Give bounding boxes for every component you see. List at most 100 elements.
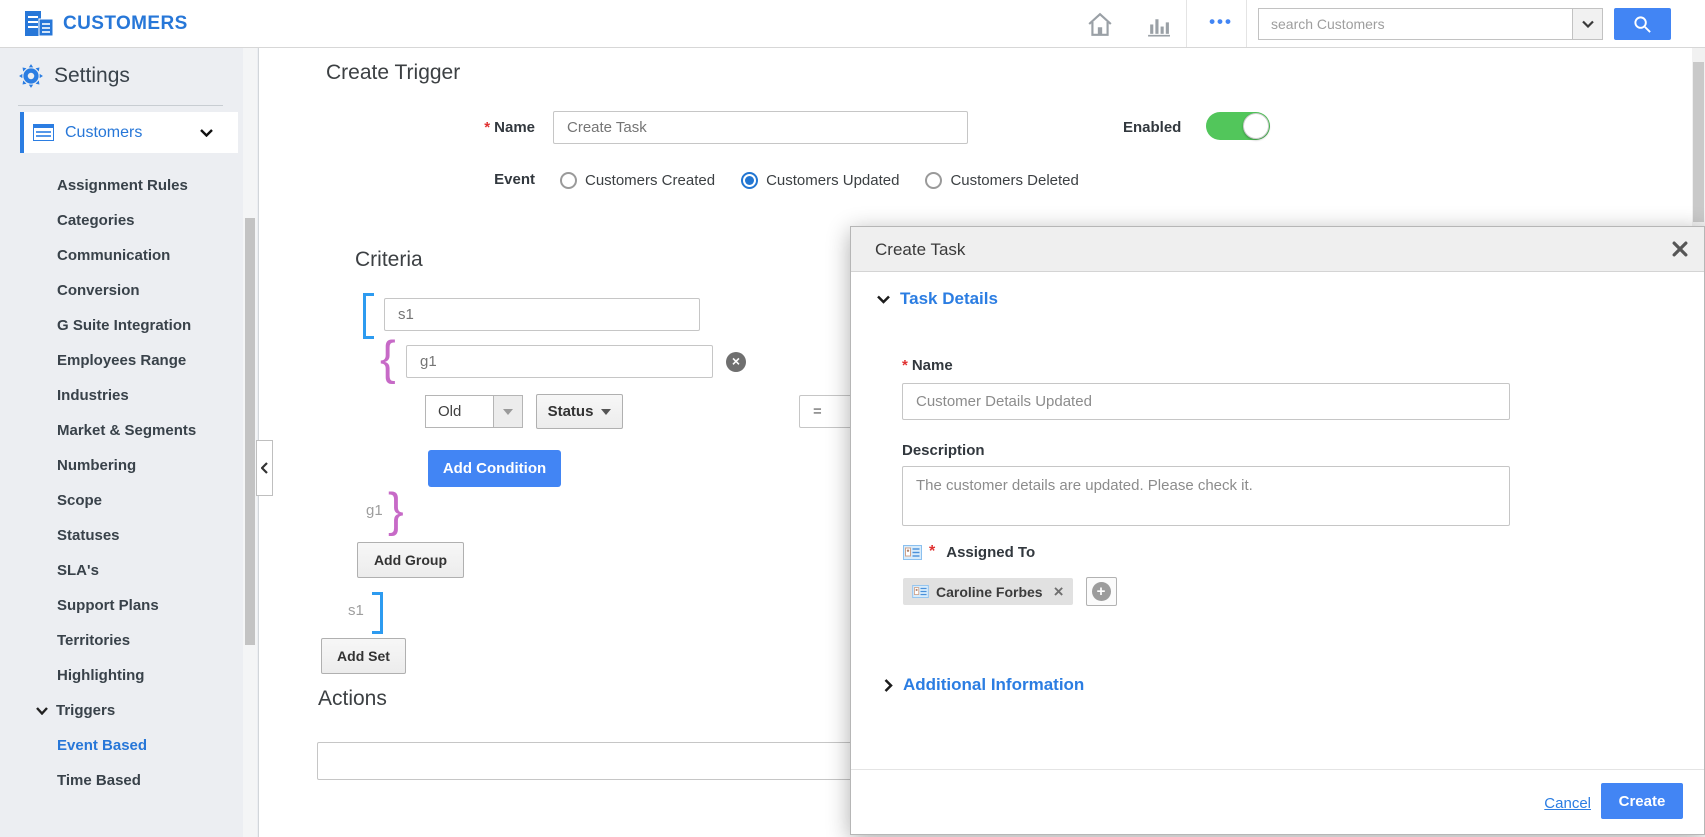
sidebar-item-numbering[interactable]: Numbering xyxy=(0,448,240,483)
add-condition-button[interactable]: Add Condition xyxy=(428,450,561,487)
chevron-down-icon xyxy=(493,396,522,427)
sidebar-item-scope[interactable]: Scope xyxy=(0,483,240,518)
page-scrollbar[interactable] xyxy=(1692,48,1705,226)
chevron-right-icon xyxy=(884,678,893,692)
event-radio-group: Customers Created Customers Updated Cust… xyxy=(560,168,1079,192)
remove-assignee-icon[interactable] xyxy=(1054,583,1064,600)
home-icon xyxy=(1088,12,1112,36)
close-button[interactable] xyxy=(1672,241,1688,257)
search-button[interactable] xyxy=(1614,8,1671,40)
add-assignee-button[interactable] xyxy=(1085,577,1117,606)
sidebar-item-highlighting[interactable]: Highlighting xyxy=(0,658,240,693)
additional-info-section-toggle[interactable]: Additional Information xyxy=(884,675,1084,695)
search-input[interactable] xyxy=(1259,9,1572,39)
group-close-label: g1 xyxy=(366,502,383,519)
create-button[interactable]: Create xyxy=(1601,783,1683,819)
event-label: Event xyxy=(494,171,535,188)
sidebar-item-label: Customers xyxy=(65,123,143,141)
sidebar-item-g-suite-integration[interactable]: G Suite Integration xyxy=(0,308,240,343)
chevron-down-icon xyxy=(877,295,890,304)
cancel-button[interactable]: Cancel xyxy=(1544,795,1591,812)
sidebar-item-territories[interactable]: Territories xyxy=(0,623,240,658)
add-set-button[interactable]: Add Set xyxy=(321,638,406,674)
create-task-modal: Create Task Task Details *Name Descripti… xyxy=(850,226,1705,835)
chevron-down-icon xyxy=(601,408,612,415)
assignee-chip: Caroline Forbes xyxy=(903,578,1073,605)
sidebar-item-statuses[interactable]: Statuses xyxy=(0,518,240,553)
customers-icon xyxy=(33,124,54,141)
close-icon xyxy=(1672,241,1688,257)
sidebar-item-time-based[interactable]: Time Based xyxy=(0,763,240,793)
modal-footer: Cancel Create xyxy=(851,769,1704,834)
action-input[interactable] xyxy=(317,742,927,780)
search-icon xyxy=(1634,15,1651,33)
assignee-chip-row: Caroline Forbes xyxy=(903,577,1117,606)
assigned-to-label-row: * Assigned To xyxy=(903,543,1035,561)
group-name-input[interactable] xyxy=(406,345,713,378)
bar-chart-icon xyxy=(1147,18,1170,37)
customers-logo-icon xyxy=(25,11,54,37)
task-details-section-toggle[interactable]: Task Details xyxy=(877,289,998,309)
enabled-label: Enabled xyxy=(1123,119,1182,136)
add-group-button[interactable]: Add Group xyxy=(357,542,464,578)
sidebar-item-conversion[interactable]: Conversion xyxy=(0,273,240,308)
page-scrollbar-thumb[interactable] xyxy=(1693,62,1704,222)
sidebar-scrollbar[interactable] xyxy=(243,48,257,837)
plus-icon xyxy=(1091,582,1111,601)
sidebar-item-communication[interactable]: Communication xyxy=(0,238,240,273)
sidebar-item-assignment-rules[interactable]: Assignment Rules xyxy=(0,168,240,203)
remove-group-icon[interactable] xyxy=(726,352,746,372)
sidebar-item-triggers[interactable]: Triggers xyxy=(0,693,240,728)
required-marker: * xyxy=(902,357,908,374)
search-box xyxy=(1258,8,1603,40)
task-description-textarea[interactable] xyxy=(902,466,1510,526)
sidebar-item-event-based[interactable]: Event Based xyxy=(0,728,240,763)
sidebar-item-label: Triggers xyxy=(56,702,116,719)
condition-source-select[interactable]: Old xyxy=(425,395,523,428)
criteria-title: Criteria xyxy=(355,248,423,271)
set-close-label: s1 xyxy=(348,602,364,619)
actions-title: Actions xyxy=(318,687,387,710)
sidebar-item-categories[interactable]: Categories xyxy=(0,203,240,238)
analytics-button[interactable] xyxy=(1143,11,1173,39)
divider xyxy=(1246,0,1247,47)
required-marker: * xyxy=(484,119,491,136)
app-title: CUSTOMERS xyxy=(63,12,188,34)
task-name-input[interactable] xyxy=(902,383,1510,420)
chevron-down-icon xyxy=(1581,20,1594,28)
sidebar-title: Settings xyxy=(54,64,130,87)
sidebar-item-industries[interactable]: Industries xyxy=(0,378,240,413)
sidebar-header: Settings xyxy=(18,63,130,89)
radio-customers-updated[interactable]: Customers Updated xyxy=(741,171,899,189)
modal-title: Create Task xyxy=(875,240,966,259)
radio-icon xyxy=(560,171,577,189)
group-open-brace: { xyxy=(380,331,396,384)
set-close-bracket xyxy=(372,592,383,634)
radio-customers-created[interactable]: Customers Created xyxy=(560,171,715,189)
trigger-name-input[interactable] xyxy=(553,111,968,144)
sidebar-collapse-handle[interactable] xyxy=(256,440,273,496)
sidebar-item-support-plans[interactable]: Support Plans xyxy=(0,588,240,623)
sidebar-item-customers[interactable]: Customers xyxy=(20,112,238,153)
sidebar-item-employees-range[interactable]: Employees Range xyxy=(0,343,240,378)
sidebar-item-market-segments[interactable]: Market & Segments xyxy=(0,413,240,448)
home-button[interactable] xyxy=(1085,10,1115,38)
sidebar-item-slas[interactable]: SLA's xyxy=(0,553,240,588)
search-scope-dropdown[interactable] xyxy=(1572,9,1602,39)
more-menu-button[interactable]: ••• xyxy=(1196,0,1246,47)
app-root: CUSTOMERS ••• search Customers Settings … xyxy=(0,0,1705,837)
enabled-toggle[interactable] xyxy=(1206,112,1270,140)
divider xyxy=(1186,0,1187,47)
sidebar-scrollbar-thumb[interactable] xyxy=(245,218,255,645)
task-description-label: Description xyxy=(902,442,985,459)
toggle-knob xyxy=(1243,113,1269,139)
assignee-name: Caroline Forbes xyxy=(936,583,1043,600)
radio-icon xyxy=(925,171,943,189)
radio-customers-deleted[interactable]: Customers Deleted xyxy=(925,171,1079,189)
set-name-input[interactable] xyxy=(384,298,700,331)
app-logo[interactable]: CUSTOMERS xyxy=(24,10,188,37)
condition-field-dropdown[interactable]: Status xyxy=(536,394,623,429)
settings-sidebar: Settings Customers Assignment Rules Cate… xyxy=(0,48,259,837)
contact-card-icon xyxy=(903,544,922,560)
contact-card-icon xyxy=(912,585,929,598)
